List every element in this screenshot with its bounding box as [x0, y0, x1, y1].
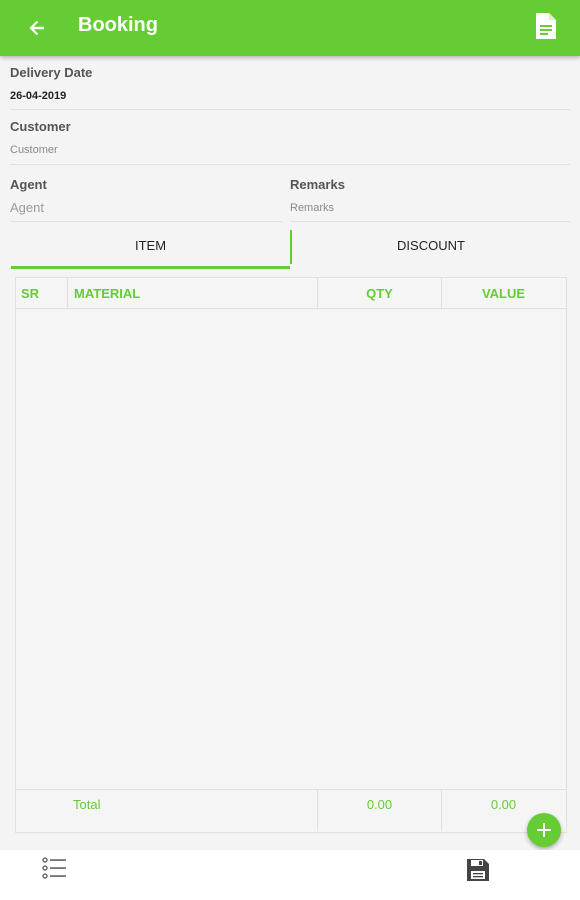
remarks-label: Remarks	[290, 177, 345, 192]
remarks-field[interactable]: Remarks	[290, 202, 334, 214]
column-header-material: MATERIAL	[74, 286, 141, 301]
customer-field[interactable]: Customer	[10, 144, 58, 156]
tab-item[interactable]: ITEM	[11, 230, 290, 266]
divider	[10, 164, 570, 165]
total-value: 0.00	[490, 797, 517, 812]
save-icon	[467, 859, 489, 881]
divider	[10, 109, 570, 110]
agent-field[interactable]: Agent	[10, 200, 44, 215]
list-button[interactable]	[40, 856, 70, 882]
add-item-button[interactable]	[527, 813, 561, 847]
tab-indicator	[11, 266, 290, 269]
footer-divider	[16, 789, 566, 790]
column-divider	[67, 278, 68, 308]
delivery-date-label: Delivery Date	[10, 65, 93, 80]
total-qty: 0.00	[366, 797, 393, 812]
column-header-sr: SR	[21, 286, 40, 301]
column-header-value: VALUE	[481, 286, 526, 301]
document-button[interactable]	[532, 10, 560, 42]
arrow-left-icon	[29, 20, 44, 36]
header-divider	[16, 308, 566, 309]
tab-discount[interactable]: DISCOUNT	[292, 230, 570, 266]
customer-label: Customer	[10, 119, 71, 134]
bottom-bar	[0, 850, 580, 900]
app-bar: Booking	[0, 0, 580, 56]
page-title: Booking	[78, 14, 158, 36]
back-button[interactable]	[22, 12, 54, 44]
list-icon	[42, 857, 66, 879]
plus-icon	[537, 823, 551, 837]
items-table	[15, 277, 567, 833]
divider	[290, 221, 570, 222]
delivery-date-field[interactable]: 26-04-2019	[10, 90, 66, 102]
agent-label: Agent	[10, 177, 47, 192]
divider	[10, 221, 282, 222]
column-header-qty: QTY	[366, 286, 393, 301]
document-icon	[536, 13, 556, 39]
total-label: Total	[73, 797, 101, 812]
save-button[interactable]	[465, 856, 491, 884]
